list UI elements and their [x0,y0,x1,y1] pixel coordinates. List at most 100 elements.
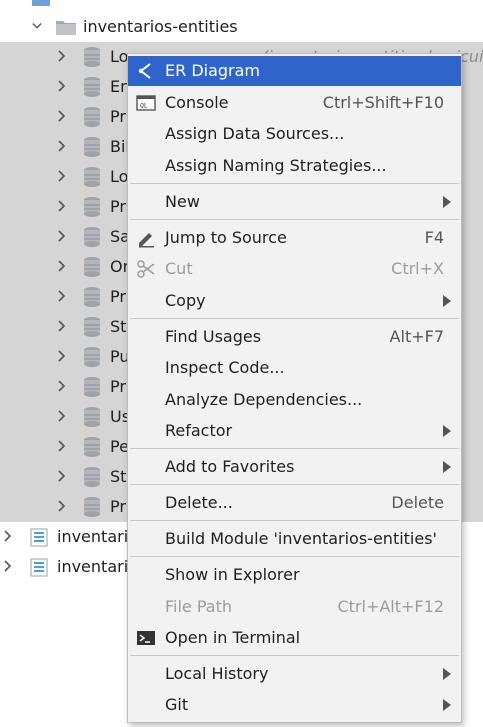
scissors-icon [137,260,155,278]
menu-item-assign-naming-strategies[interactable]: Assign Naming Strategies... [128,151,461,181]
menu-item-file-path[interactable]: File Path Ctrl+Alt+F12 [128,592,461,622]
menu-separator [130,318,459,319]
database-table-icon [84,317,100,337]
menu-item-label: File Path [165,597,233,616]
tree-label: Lo [110,47,129,66]
menu-item-console[interactable]: QL Console Ctrl+Shift+F10 [128,88,461,118]
chevron-right-icon[interactable] [57,47,67,65]
menu-item-shortcut: Ctrl+X [391,259,444,278]
tree-label: Pr [110,497,126,516]
menu-item-shortcut: Ctrl+Alt+F12 [337,597,444,616]
database-table-icon [84,137,100,157]
menu-item-jump-to-source[interactable]: Jump to Source F4 [128,223,461,253]
tree-label: inventarios-entities [57,0,212,3]
database-table-icon [84,167,100,187]
submenu-arrow-icon [443,668,451,680]
menu-item-shortcut: F4 [424,228,444,247]
menu-item-analyze-dependencies[interactable]: Analyze Dependencies... [128,385,461,415]
menu-separator [130,556,459,557]
menu-item-local-history[interactable]: Local History [128,659,461,689]
tree-label: Pr [110,287,126,306]
menu-separator [130,448,459,449]
menu-item-shortcut: Delete [391,493,444,512]
chevron-right-icon[interactable] [57,227,67,245]
tree-label: St [110,317,127,336]
pencil-icon [139,233,154,248]
chevron-right-icon[interactable] [57,107,67,125]
tree-label: St [110,467,127,486]
submenu-arrow-icon [443,295,451,307]
chevron-right-icon[interactable] [57,377,67,395]
menu-item-label: Delete... [165,493,233,512]
tree-label: Lo [110,167,129,186]
database-table-icon [84,227,100,247]
database-table-icon [84,107,100,127]
database-table-icon [84,377,100,397]
menu-item-inspect-code[interactable]: Inspect Code... [128,353,461,383]
menu-item-label: Jump to Source [165,228,287,247]
chevron-right-icon[interactable] [57,407,67,425]
chevron-right-icon[interactable] [3,557,13,575]
chevron-right-icon[interactable] [57,347,67,365]
chevron-right-icon[interactable] [57,137,67,155]
menu-item-label: Analyze Dependencies... [165,390,363,409]
menu-item-open-in-terminal[interactable]: Open in Terminal [128,623,461,653]
menu-item-label: Inspect Code... [165,358,285,377]
database-table-icon [84,257,100,277]
chevron-right-icon[interactable] [57,467,67,485]
menu-item-find-usages[interactable]: Find Usages Alt+F7 [128,322,461,352]
chevron-right-icon[interactable] [57,317,67,335]
chevron-right-icon[interactable] [57,197,67,215]
menu-item-new[interactable]: New [128,187,461,217]
menu-item-git[interactable]: Git [128,690,461,720]
submenu-arrow-icon [443,425,451,437]
er-diagram-icon [138,63,151,79]
menu-item-label: Console [165,93,229,112]
menu-item-cut[interactable]: Cut Ctrl+X [128,254,461,284]
chevron-right-icon[interactable] [57,167,67,185]
database-table-icon [84,437,100,457]
menu-item-add-to-favorites[interactable]: Add to Favorites [128,452,461,482]
menu-item-label: Add to Favorites [165,457,295,476]
menu-item-label: Open in Terminal [165,628,301,647]
menu-item-delete[interactable]: Delete... Delete [128,488,461,518]
menu-item-copy[interactable]: Copy [128,286,461,316]
menu-separator [130,520,459,521]
chevron-right-icon[interactable] [57,497,67,515]
database-table-icon [84,197,100,217]
menu-item-label: New [165,192,200,211]
menu-item-label: Build Module 'inventarios-entities' [165,529,437,548]
module-icon [30,528,48,547]
database-table-icon [84,77,100,97]
chevron-right-icon[interactable] [57,287,67,305]
menu-item-shortcut: Alt+F7 [389,327,444,346]
menu-item-label: Find Usages [165,327,262,346]
chevron-right-icon[interactable] [57,77,67,95]
menu-separator [130,484,459,485]
terminal-icon [137,631,155,645]
database-table-icon [84,347,100,367]
tree-label: inventarios-entities [83,17,238,36]
module-icon [30,558,48,577]
menu-item-label: Cut [165,259,193,278]
chevron-right-icon[interactable] [57,257,67,275]
menu-item-assign-data-sources[interactable]: Assign Data Sources... [128,119,461,149]
tree-label: Pr [110,107,126,126]
chevron-right-icon[interactable] [3,527,13,545]
menu-item-refactor[interactable]: Refactor [128,416,461,446]
menu-item-label: Local History [165,664,269,683]
database-table-icon [84,467,100,487]
submenu-arrow-icon [443,196,451,208]
menu-item-build-module[interactable]: Build Module 'inventarios-entities' [128,524,461,554]
module-folder-icon [32,0,50,6]
context-menu: ER Diagram QL Console Ctrl+Shift+F10 Ass… [127,53,462,723]
database-table-icon [84,47,100,67]
folder-icon [56,21,76,35]
svg-text:QL: QL [140,102,148,110]
menu-item-er-diagram[interactable]: ER Diagram [128,56,461,86]
menu-item-show-in-explorer[interactable]: Show in Explorer [128,560,461,590]
chevron-right-icon[interactable] [57,437,67,455]
menu-separator [130,183,459,184]
menu-item-label: Copy [165,291,206,310]
chevron-down-icon[interactable] [32,17,42,35]
